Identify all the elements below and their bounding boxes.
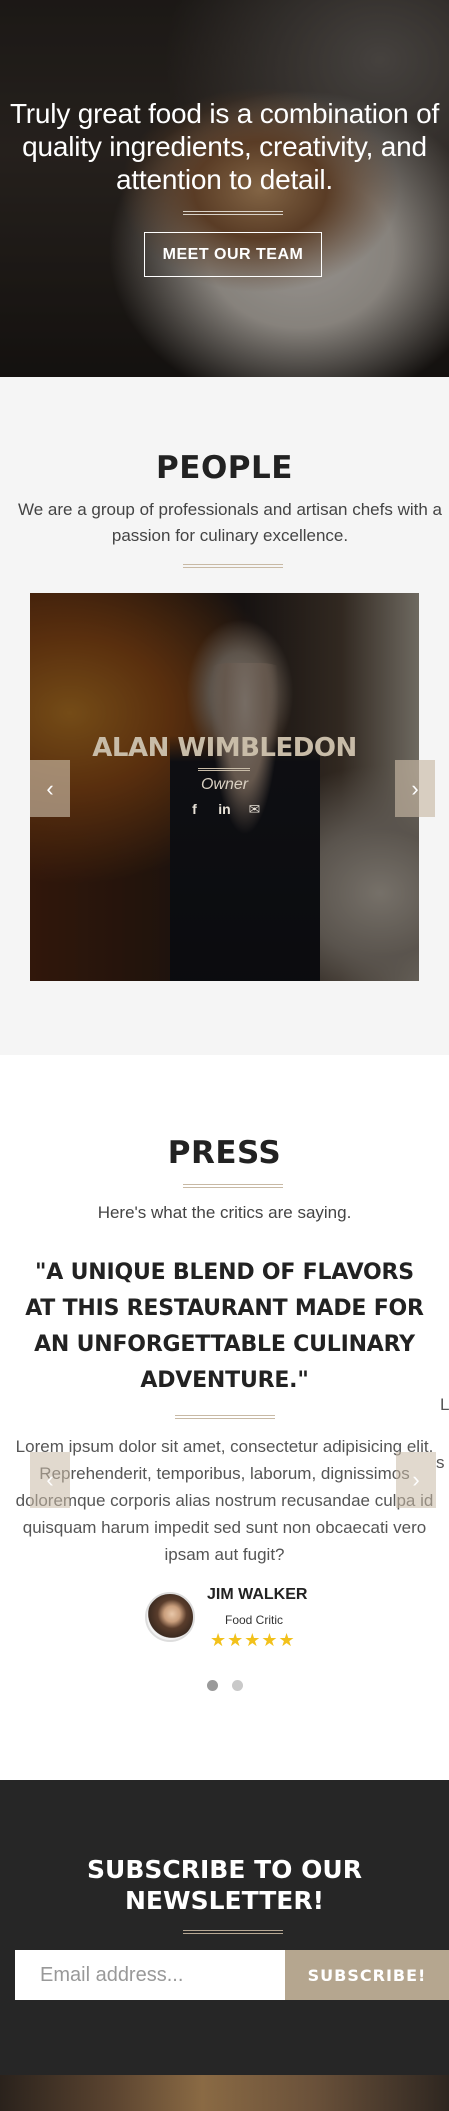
chevron-left-icon: ‹ — [46, 1467, 54, 1492]
team-member-card[interactable]: ALAN WIMBLEDON Owner f in ✉ — [30, 593, 419, 981]
newsletter-title: SUBSCRIBE TO OUR NEWSLETTER! — [87, 1855, 362, 1915]
footer-image-strip — [0, 2075, 449, 2111]
member-role: Owner — [200, 776, 249, 793]
press-section: PRESS Here's what the critics are saying… — [0, 1055, 449, 1780]
hero-quote: Truly great food is a combination of qua… — [9, 98, 440, 195]
avatar — [145, 1592, 195, 1642]
hero-section: Truly great food is a combination of qua… — [0, 0, 449, 377]
people-prev-arrow[interactable]: ‹ — [30, 760, 70, 817]
people-title: PEOPLE — [156, 450, 293, 486]
facebook-icon[interactable]: f — [187, 801, 203, 817]
email-field[interactable] — [15, 1950, 285, 2000]
star-rating: ★★★★★ — [210, 1630, 296, 1650]
member-social-links: f in ✉ — [30, 801, 419, 818]
press-review-text: Lorem ipsum dolor sit amet, consectetur … — [15, 1437, 434, 1564]
critic-role: Food Critic — [225, 1613, 284, 1627]
people-divider — [183, 564, 283, 568]
press-next-arrow[interactable]: › — [396, 1452, 436, 1508]
subscribe-button[interactable]: SUBSCRIBE! — [285, 1950, 449, 2000]
newsletter-divider — [183, 1930, 283, 1934]
next-slide-peek-2: s — [436, 1453, 445, 1472]
next-slide-peek: L — [440, 1395, 449, 1414]
meet-our-team-button[interactable]: MEET OUR TEAM — [144, 232, 322, 277]
press-quote: "A UNIQUE BLEND OF FLAVORS AT THIS RESTA… — [25, 1260, 424, 1393]
critic-name: JIM WALKER — [207, 1586, 308, 1603]
chevron-left-icon: ‹ — [46, 775, 54, 801]
chevron-right-icon: › — [411, 775, 419, 801]
hero-divider — [183, 211, 283, 215]
press-pagination — [0, 1680, 449, 1691]
press-title: PRESS — [167, 1135, 282, 1171]
newsletter-section: SUBSCRIBE TO OUR NEWSLETTER! SUBSCRIBE! — [0, 1780, 449, 2075]
member-name: ALAN WIMBLEDON — [92, 733, 357, 763]
people-description: We are a group of professionals and arti… — [18, 500, 442, 545]
press-subtitle: Here's what the critics are saying. — [97, 1203, 352, 1222]
pagination-dot-1[interactable] — [206, 1680, 218, 1691]
press-prev-arrow[interactable]: ‹ — [30, 1452, 70, 1508]
linkedin-icon[interactable]: in — [217, 801, 233, 817]
quote-divider — [175, 1415, 275, 1419]
pagination-dot-2[interactable] — [231, 1680, 243, 1691]
people-section: PEOPLE We are a group of professionals a… — [0, 377, 449, 1055]
envelope-icon[interactable]: ✉ — [247, 801, 263, 817]
chevron-right-icon: › — [412, 1467, 420, 1492]
people-next-arrow[interactable]: › — [395, 760, 435, 817]
member-divider — [198, 768, 250, 771]
press-divider — [183, 1184, 283, 1188]
